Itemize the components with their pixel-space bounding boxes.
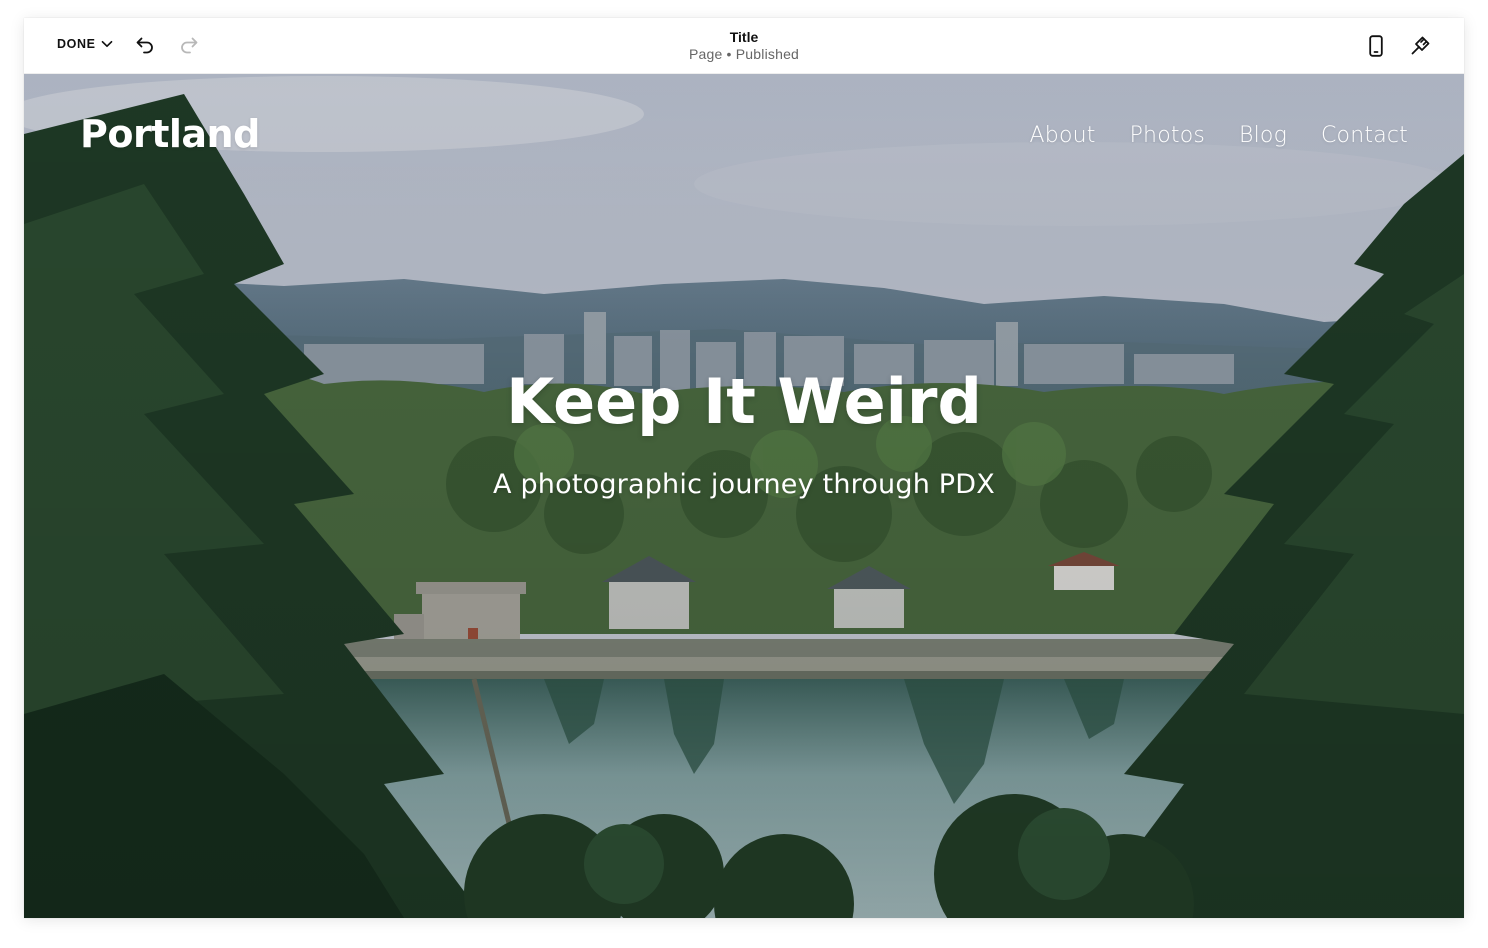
nav-link-blog[interactable]: Blog (1239, 123, 1287, 148)
page-title: Title (729, 29, 759, 45)
editor-frame: DONE Title Page • Published Portland Abo… (24, 18, 1464, 918)
status-separator: • (726, 46, 732, 62)
site-nav: About Photos Blog Contact (1030, 123, 1408, 148)
mobile-phone-icon[interactable] (1367, 34, 1385, 58)
hero-section[interactable]: Portland About Photos Blog Contact Keep … (24, 74, 1464, 918)
page-meta[interactable]: Title Page • Published (24, 29, 1464, 63)
nav-link-about[interactable]: About (1030, 123, 1096, 148)
page-type: Page (688, 46, 723, 62)
paintbrush-icon[interactable] (1408, 34, 1432, 58)
page-status-line: Page • Published (24, 46, 1464, 63)
hero-subheading[interactable]: A photographic journey through PDX (24, 469, 1464, 500)
page-status: Published (735, 46, 800, 62)
site-logo[interactable]: Portland (80, 112, 260, 156)
hero-heading[interactable]: Keep It Weird (24, 365, 1464, 438)
editor-toolbar: DONE Title Page • Published (24, 18, 1464, 74)
nav-link-photos[interactable]: Photos (1130, 123, 1205, 148)
nav-link-contact[interactable]: Contact (1321, 123, 1408, 148)
